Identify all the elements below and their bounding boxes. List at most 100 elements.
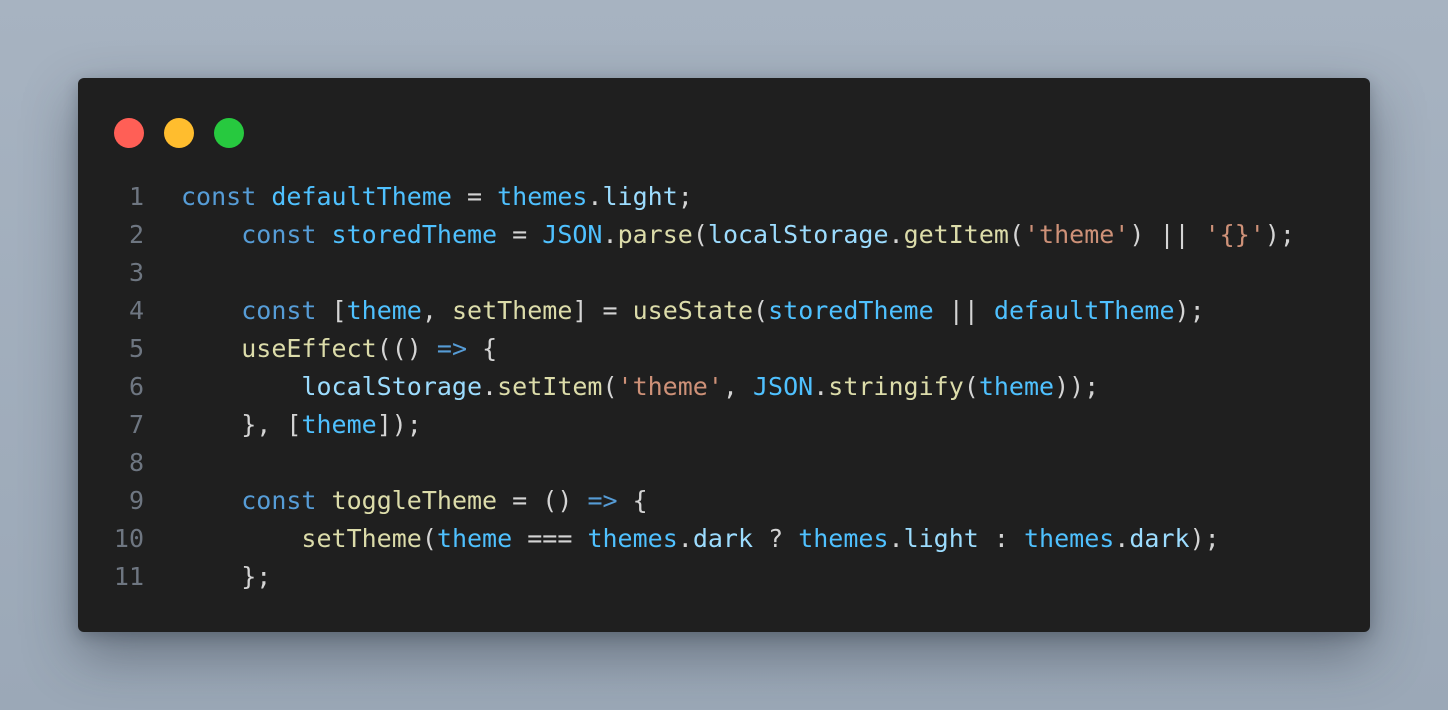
code-token: . xyxy=(813,372,829,401)
code-token: '{}' xyxy=(1204,220,1265,249)
code-token: localStorage xyxy=(301,372,483,401)
code-token: )); xyxy=(1054,372,1100,401)
maximize-dot-icon[interactable] xyxy=(214,118,244,148)
close-dot-icon[interactable] xyxy=(114,118,144,148)
code-token: storedTheme xyxy=(768,296,934,325)
code-line[interactable]: 10 setTheme(theme === themes.dark ? them… xyxy=(78,520,1370,558)
code-token: themes xyxy=(1023,524,1115,553)
code-token: => xyxy=(436,334,468,363)
code-line[interactable]: 1 const defaultTheme = themes.light; xyxy=(78,178,1370,216)
code-token: setTheme xyxy=(451,296,573,325)
code-token: theme xyxy=(346,296,422,325)
code-token: ]); xyxy=(376,410,422,439)
code-token: = () xyxy=(497,486,588,515)
code-line-content: const defaultTheme = themes.light; xyxy=(181,178,693,216)
code-window: 1 const defaultTheme = themes.light; 2 con… xyxy=(78,78,1370,632)
code-token: { xyxy=(467,334,498,363)
code-token: : xyxy=(978,524,1024,553)
code-token: }; xyxy=(241,562,272,591)
code-line-content: useEffect(() => { xyxy=(181,330,497,368)
code-token: storedTheme xyxy=(331,220,498,249)
code-token: 'theme' xyxy=(1024,220,1130,249)
code-token: ); xyxy=(1189,524,1220,553)
code-token: . xyxy=(1114,524,1130,553)
line-number: 11 xyxy=(113,562,144,591)
code-line-content: }, [theme]); xyxy=(181,406,422,444)
code-line[interactable]: 9 const toggleTheme = () => { xyxy=(78,482,1370,520)
code-token: ( xyxy=(753,296,769,325)
code-token: localStorage xyxy=(707,220,889,249)
code-token: . xyxy=(587,182,603,211)
code-line[interactable]: 3 xyxy=(78,254,1370,292)
code-token: (() xyxy=(376,334,437,363)
code-token: , xyxy=(421,296,452,325)
code-token: ( xyxy=(963,372,979,401)
code-line-content: const storedTheme = JSON.parse(localStor… xyxy=(181,216,1295,254)
code-token: stringify xyxy=(828,372,964,401)
code-token: || xyxy=(933,296,994,325)
line-number: 2 xyxy=(128,220,144,249)
code-line[interactable]: 7 }, [theme]); xyxy=(78,406,1370,444)
code-token: ); xyxy=(1264,220,1295,249)
code-token: === xyxy=(512,524,588,553)
code-token: themes xyxy=(497,182,588,211)
code-token: themes xyxy=(587,524,678,553)
code-token: ? xyxy=(753,524,799,553)
line-number: 8 xyxy=(128,448,144,477)
code-token: . xyxy=(888,524,904,553)
code-line-content: }; xyxy=(181,558,271,596)
code-token: { xyxy=(617,486,648,515)
code-token: toggleTheme xyxy=(331,486,498,515)
line-number: 4 xyxy=(128,296,144,325)
code-token: useEffect xyxy=(241,334,377,363)
code-token: theme xyxy=(436,524,513,553)
code-line[interactable]: 6 localStorage.setItem('theme', JSON.str… xyxy=(78,368,1370,406)
line-number: 1 xyxy=(128,182,144,211)
code-token: ( xyxy=(602,372,618,401)
code-token: . xyxy=(602,220,618,249)
code-token: = xyxy=(497,220,543,249)
code-token: = xyxy=(451,182,498,211)
code-token: 'theme' xyxy=(617,372,723,401)
code-token: JSON xyxy=(542,220,603,249)
code-token: const xyxy=(241,486,317,515)
code-token: dark xyxy=(692,524,754,553)
minimize-dot-icon[interactable] xyxy=(164,118,194,148)
code-token: [ xyxy=(316,296,347,325)
code-line[interactable]: 8 xyxy=(78,444,1370,482)
code-token: ] = xyxy=(572,296,633,325)
code-token: ); xyxy=(1174,296,1205,325)
code-token: defaultTheme xyxy=(993,296,1175,325)
line-number: 9 xyxy=(128,486,144,515)
code-token: . xyxy=(888,220,904,249)
code-token: . xyxy=(677,524,693,553)
code-line[interactable]: 11 }; xyxy=(78,558,1370,596)
code-line-content: const toggleTheme = () => { xyxy=(181,482,648,520)
code-line[interactable]: 4 const [theme, setTheme] = useState(sto… xyxy=(78,292,1370,330)
code-token: . xyxy=(482,372,498,401)
code-editor[interactable]: 1 const defaultTheme = themes.light; 2 con… xyxy=(78,178,1370,596)
code-token: light xyxy=(602,182,678,211)
code-line[interactable]: 5 useEffect(() => { xyxy=(78,330,1370,368)
code-token: dark xyxy=(1129,524,1190,553)
code-token: setTheme xyxy=(301,524,422,553)
code-line-content: localStorage.setItem('theme', JSON.strin… xyxy=(181,368,1099,406)
code-token: , xyxy=(722,372,753,401)
code-line-content: setTheme(theme === themes.dark ? themes.… xyxy=(181,520,1220,558)
code-token: const xyxy=(241,220,317,249)
line-number: 5 xyxy=(128,334,144,363)
code-token: ( xyxy=(421,524,437,553)
code-line-content: const [theme, setTheme] = useState(store… xyxy=(181,292,1205,330)
code-token: ( xyxy=(692,220,708,249)
code-token: useState xyxy=(632,296,754,325)
code-token: light xyxy=(903,524,979,553)
code-line[interactable]: 2 const storedTheme = JSON.parse(localSt… xyxy=(78,216,1370,254)
